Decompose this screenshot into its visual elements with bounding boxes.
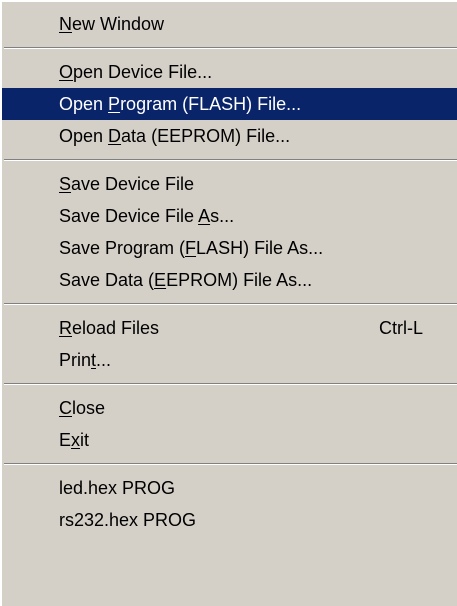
menu-item-accelerator-key: P: [108, 94, 121, 114]
menu-item-accelerator-key: S: [59, 174, 72, 194]
menu-item-accelerator-key: x: [71, 430, 81, 450]
menu-item-label: LASH) File As...: [196, 238, 324, 258]
menu-item-label: it: [80, 430, 90, 450]
menu-item-accelerator-key: O: [59, 62, 74, 82]
menu-item-label: Open: [59, 94, 109, 114]
menu-item-accelerator-key: F: [185, 238, 197, 258]
menu-item-new-window[interactable]: New Window: [2, 8, 457, 40]
file-menu: New Window Open Device File... Open Progra…: [0, 0, 457, 606]
menu-item-print[interactable]: Print...: [2, 344, 457, 376]
menu-item-close[interactable]: Close: [2, 392, 457, 424]
menu-item-label: Save Data (: [59, 270, 155, 290]
menu-item-open-device-file[interactable]: Open Device File...: [2, 56, 457, 88]
menu-item-reload-files[interactable]: Reload Files Ctrl-L: [2, 312, 457, 344]
menu-item-label: Save Device File: [59, 206, 199, 226]
menu-item-label: ata (EEPROM) File...: [121, 126, 291, 146]
menu-item-label: Prin: [59, 350, 92, 370]
menu-item-accelerator-key: R: [59, 318, 72, 338]
menu-item-shortcut: Ctrl-L: [379, 318, 423, 338]
menu-item-label: eload Files: [72, 318, 160, 338]
menu-item-label: E: [59, 430, 72, 450]
menu-separator: [2, 296, 457, 312]
menu-item-label: rogram (FLASH) File...: [120, 94, 302, 114]
menu-item-open-program-flash-file[interactable]: Open Program (FLASH) File...: [2, 88, 457, 120]
menu-item-accelerator-key: N: [59, 14, 72, 34]
menu-separator: [2, 376, 457, 392]
menu-item-label: EPROM) File As...: [166, 270, 313, 290]
menu-item-accelerator-key: A: [198, 206, 211, 226]
menu-item-label: Save Program (: [59, 238, 186, 258]
menu-item-accelerator-key: C: [59, 398, 72, 418]
menu-item-save-program-flash-file-as[interactable]: Save Program (FLASH) File As...: [2, 232, 457, 264]
menu-item-label: pen Device File...: [73, 62, 213, 82]
menu-item-label: lose: [72, 398, 106, 418]
menu-item-label: ew Window: [72, 14, 165, 34]
menu-item-label: ave Device File: [71, 174, 195, 194]
menu-item-save-device-file-as[interactable]: Save Device File As...: [2, 200, 457, 232]
menu-item-label: ...: [96, 350, 112, 370]
menu-item-accelerator-key: E: [154, 270, 167, 290]
menu-item-save-device-file[interactable]: Save Device File: [2, 168, 457, 200]
menu-item-led-hex-prog[interactable]: led.hex PROG: [2, 472, 457, 504]
menu-item-label: led.hex PROG: [59, 478, 176, 498]
menu-item-exit[interactable]: Exit: [2, 424, 457, 456]
menu-item-label: rs232.hex PROG: [59, 510, 197, 530]
menu-separator: [2, 152, 457, 168]
menu-item-save-data-eeprom-file-as[interactable]: Save Data (EEPROM) File As...: [2, 264, 457, 296]
menu-item-open-data-eeprom-file[interactable]: Open Data (EEPROM) File...: [2, 120, 457, 152]
menu-item-label: s...: [210, 206, 235, 226]
menu-item-rs232-hex-prog[interactable]: rs232.hex PROG: [2, 504, 457, 536]
menu-item-accelerator-key: D: [108, 126, 122, 146]
menu-separator: [2, 40, 457, 56]
menu-item-label: Open: [59, 126, 109, 146]
menu-separator: [2, 456, 457, 472]
